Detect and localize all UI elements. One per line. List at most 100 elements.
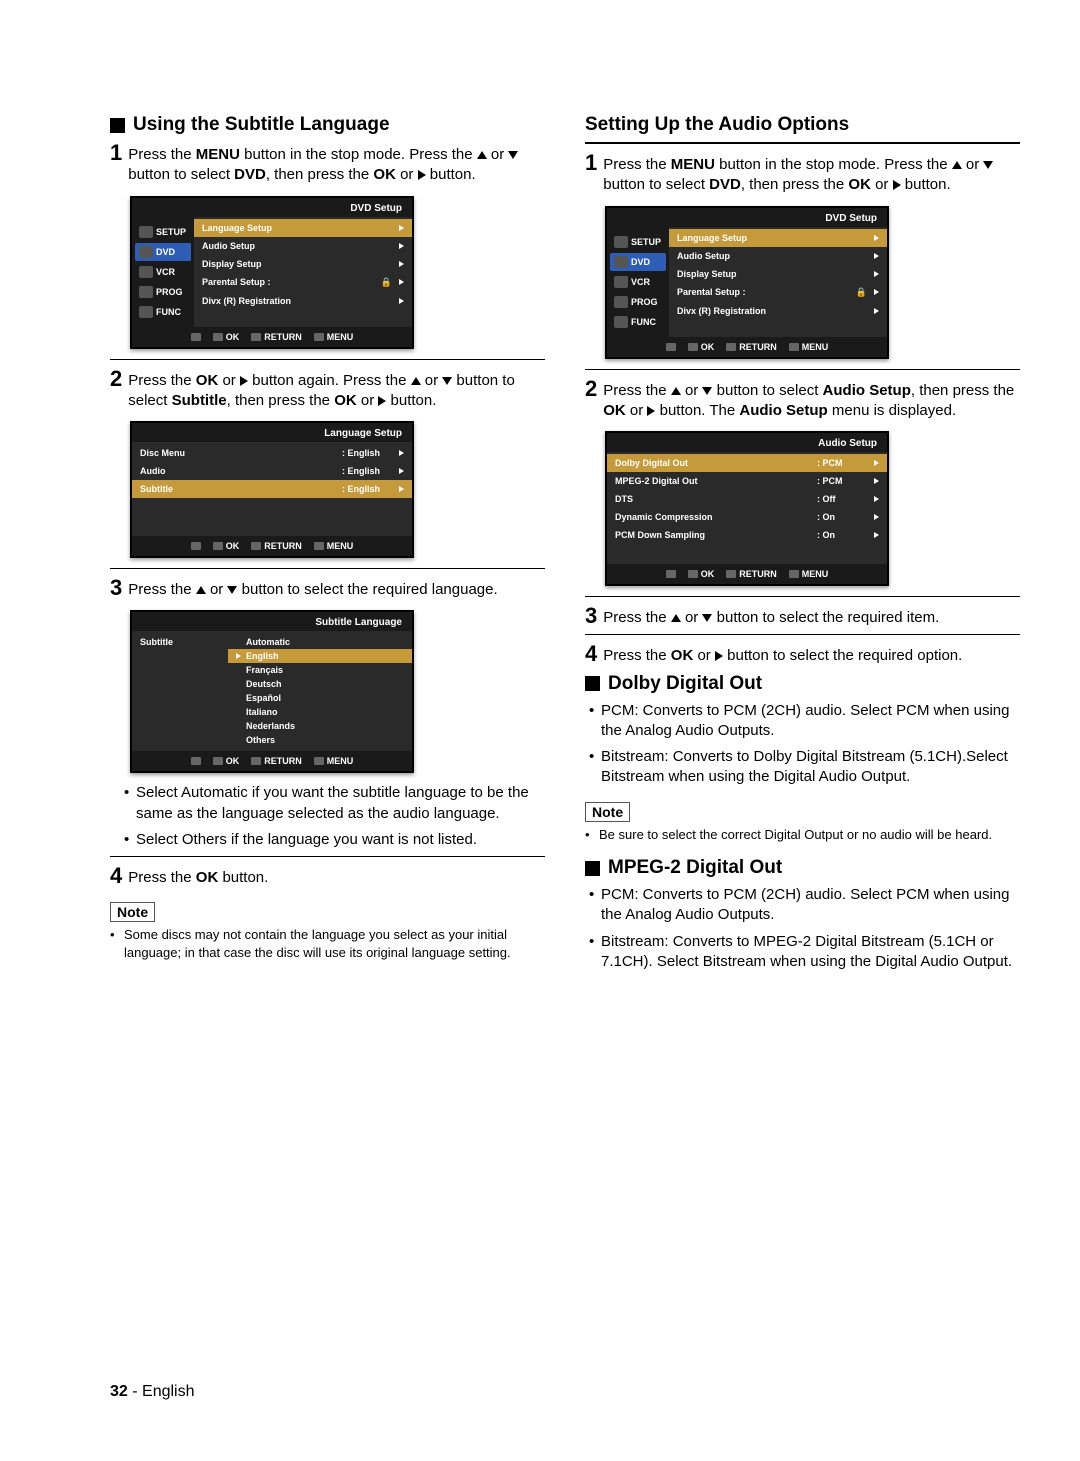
step-number: 1 [110,142,122,164]
step-number: 2 [110,368,122,390]
down-arrow-icon [227,586,237,594]
down-arrow-icon [508,151,518,159]
osd-row-language-setup: Language Setup [669,229,887,247]
osd-dvd-setup: DVD Setup SETUP DVD VCR PROG FUNC Langua… [605,206,889,359]
dolby-pcm: •PCM: Converts to PCM (2CH) audio. Selec… [589,701,1020,742]
osd-main: Dolby Digital Out: PCM MPEG-2 Digital Ou… [607,452,887,564]
osd-row-empty [607,544,887,562]
right-arrow-icon [418,170,426,180]
square-bullet-icon [110,118,125,133]
osd-left-label: Subtitle [132,633,228,749]
right-column: Setting Up the Audio Options 1 Press the… [585,110,1020,978]
osd-main: Language Setup Audio Setup Display Setup… [669,227,887,337]
up-arrow-icon [671,614,681,622]
step-text: Press the MENU button in the stop mode. … [603,152,1020,196]
osd-footer: OK RETURN MENU [132,536,412,556]
osd-row-divx: Divx (R) Registration [669,302,887,320]
step-text: Press the OK or button again. Press the … [128,368,545,412]
heading-dolby: Dolby Digital Out [585,673,1020,695]
heading-text: Dolby Digital Out [608,673,762,695]
right-arrow-icon [893,180,901,190]
osd-item-english: English [228,649,412,663]
lock-icon: 🔒 [381,277,392,288]
nav-icon [191,332,201,342]
heading-text: Using the Subtitle Language [133,114,390,136]
step-text: Press the OK or button to select the req… [603,643,1020,666]
mpeg-pcm: •PCM: Converts to PCM (2CH) audio. Selec… [589,885,1020,926]
heading-mpeg2: MPEG-2 Digital Out [585,857,1020,879]
osd-side-func: FUNC [135,303,191,321]
bullet-automatic: •Select Automatic if you want the subtit… [124,783,545,824]
osd-side-setup: SETUP [135,223,191,241]
osd-footer: OK RETURN MENU [607,337,887,357]
step-2: 2 Press the or button to select Audio Se… [585,378,1020,422]
osd-title: Subtitle Language [132,612,412,631]
bullet-others: •Select Others if the language you want … [124,830,545,850]
down-arrow-icon [702,614,712,622]
step-number: 3 [110,577,122,599]
osd-subtitle-language: Subtitle Language Subtitle Automatic Eng… [130,610,414,773]
osd-row-subtitle: Subtitle: English [132,480,412,498]
osd-row-language-setup: Language Setup [194,219,412,237]
osd-main: Language Setup Audio Setup Display Setup… [194,217,412,327]
up-arrow-icon [477,151,487,159]
osd-side-func: FUNC [610,313,666,331]
osd-row-parental-setup: Parental Setup :🔒 [194,273,412,292]
down-arrow-icon [983,161,993,169]
step-number: 3 [585,605,597,627]
square-bullet-icon [585,861,600,876]
step-3: 3 Press the or button to select the requ… [585,605,1020,628]
heading-text: Setting Up the Audio Options [585,114,849,136]
up-arrow-icon [671,387,681,395]
osd-title: DVD Setup [132,198,412,217]
osd-title: Audio Setup [607,433,887,452]
osd-item-nederlands: Nederlands [228,719,412,733]
osd-item-espanol: Español [228,691,412,705]
osd-side-vcr: VCR [610,273,666,291]
down-arrow-icon [702,387,712,395]
osd-item-francais: Français [228,663,412,677]
step-3: 3 Press the or button to select the requ… [110,577,545,600]
osd-row-dolby: Dolby Digital Out: PCM [607,454,887,472]
osd-row-empty [132,516,412,534]
osd-row-divx: Divx (R) Registration [194,292,412,310]
osd-row-display-setup: Display Setup [669,265,887,283]
step-4: 4 Press the OK or button to select the r… [585,643,1020,666]
osd-audio-setup: Audio Setup Dolby Digital Out: PCM MPEG-… [605,431,889,586]
note-text: •Be sure to select the correct Digital O… [585,826,1020,844]
heading-audio-options: Setting Up the Audio Options [585,114,1020,136]
osd-side-dvd: DVD [610,253,666,271]
osd-row-audio-setup: Audio Setup [194,237,412,255]
osd-row-display-setup: Display Setup [194,255,412,273]
step-text: Press the MENU button in the stop mode. … [128,142,545,186]
left-column: Using the Subtitle Language 1 Press the … [110,110,545,978]
osd-item-deutsch: Deutsch [228,677,412,691]
osd-language-setup: Language Setup Disc Menu: English Audio:… [130,421,414,558]
right-arrow-icon [715,651,723,661]
note-text: •Some discs may not contain the language… [110,926,545,961]
osd-main: Subtitle Automatic English Français Deut… [132,631,412,751]
osd-row-pcmdown: PCM Down Sampling: On [607,526,887,544]
lock-icon: 🔒 [856,287,867,298]
osd-side-dvd: DVD [135,243,191,261]
step-2: 2 Press the OK or button again. Press th… [110,368,545,412]
osd-main: Disc Menu: English Audio: English Subtit… [132,442,412,536]
step-number: 1 [585,152,597,174]
square-bullet-icon [585,676,600,691]
osd-footer: OK RETURN MENU [607,564,887,584]
step-number: 4 [110,865,122,887]
osd-side-prog: PROG [135,283,191,301]
osd-row-dts: DTS: Off [607,490,887,508]
step-text: Press the or button to select Audio Setu… [603,378,1020,422]
osd-row-audio-setup: Audio Setup [669,247,887,265]
heading-text: MPEG-2 Digital Out [608,857,782,879]
step-text: Press the or button to select the requir… [603,605,1020,628]
osd-row-dynamic: Dynamic Compression: On [607,508,887,526]
step-1: 1 Press the MENU button in the stop mode… [585,152,1020,196]
step-number: 2 [585,378,597,400]
osd-item-italiano: Italiano [228,705,412,719]
heading-subtitle-language: Using the Subtitle Language [110,114,545,136]
up-arrow-icon [196,586,206,594]
osd-side-setup: SETUP [610,233,666,251]
note-label: Note [110,902,155,922]
